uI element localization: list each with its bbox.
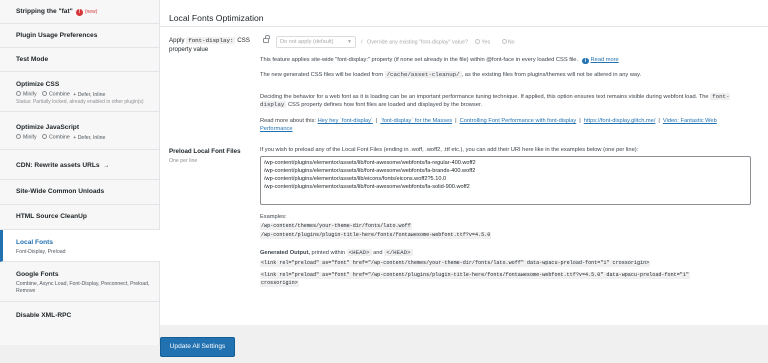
sidebar-item-label: Optimize JavaScript (16, 124, 80, 131)
minify-status-icon (16, 91, 21, 96)
feature-description: This feature applies site-wide "font-dis… (260, 57, 619, 64)
generated-output-line: crossorigin> (260, 280, 299, 287)
preload-fonts-textarea[interactable]: /wp-content/plugins/elementor/assets/lib… (260, 156, 751, 205)
sidebar-item-label: Disable XML-RPC (16, 312, 72, 319)
sidebar-item-google-fonts[interactable]: Google Fonts Combine, Async Load, Font-D… (0, 262, 160, 302)
sidebar-item-stripping-fat[interactable]: Stripping the "fat"! (new) (0, 0, 160, 24)
override-yes-radio[interactable] (475, 39, 481, 44)
update-all-settings-button[interactable]: Update All Settings (160, 337, 235, 357)
alert-badge-icon: ! (75, 9, 83, 16)
combine-status-icon (42, 91, 47, 96)
sidebar-item-label: Test Mode (16, 56, 49, 63)
sidebar-item-note: Status: Partially locked, already enable… (16, 98, 144, 105)
override-option: / Override any existing "font-display" v… (361, 39, 515, 46)
minify-status-icon (16, 134, 21, 139)
sidebar-item-plugin-usage[interactable]: Plugin Usage Preferences (0, 24, 160, 48)
sidebar-item-sub: Font-Display, Preload (16, 249, 66, 255)
reference-link[interactable]: Hey hey `font-display` (318, 118, 373, 124)
generated-output-line: <link rel="preload" as="font" href="/wp-… (260, 260, 651, 267)
reference-link[interactable]: Controlling Font Performance with font-d… (460, 118, 577, 124)
font-display-label: Apply font-display: CSS property value (169, 37, 250, 53)
sidebar-item-sub: Combine, Async Load, Font-Display, Preco… (16, 281, 150, 294)
sidebar-item-label: HTML Source CleanUp (16, 213, 87, 220)
sidebar-item-label: Stripping the "fat" (16, 8, 73, 15)
sidebar-item-label: Optimize CSS (16, 81, 60, 88)
lock-icon (263, 35, 270, 43)
sidebar-item-label: Plugin Usage Preferences (16, 32, 98, 39)
sidebar-item-label: Site-Wide Common Unloads (16, 188, 105, 195)
sidebar-item-test-mode[interactable]: Test Mode (0, 48, 160, 72)
arrow-right-icon: → (103, 163, 110, 169)
font-display-select[interactable]: Do not apply (default) ▼ (276, 36, 356, 48)
sidebar-item-label: CDN: Rewrite assets URLs (16, 162, 100, 169)
page-title: Local Fonts Optimization (169, 13, 264, 23)
chevron-down-icon: ▼ (347, 39, 352, 45)
generated-output-label: Generated Output, printed within <HEAD> … (260, 249, 413, 256)
cache-location-note: The new generated CSS files will be load… (260, 71, 642, 78)
preload-sublabel: One per line (169, 158, 198, 164)
font-display-explanation: Deciding the behavior for a web font as … (260, 93, 730, 108)
read-more-links: Read more about this: Hey hey `font-disp… (260, 118, 717, 132)
read-more-link[interactable]: Read more (591, 57, 619, 63)
sidebar-item-optimize-css[interactable]: Optimize CSS Minify Combine + Defer, Inl… (0, 72, 160, 112)
sidebar-item-optimize-js[interactable]: Optimize JavaScript Minify Combine + Def… (0, 112, 160, 150)
sidebar-item-local-fonts[interactable]: Local Fonts Font-Display, Preload (0, 230, 160, 262)
settings-sidebar: Stripping the "fat"! (new) Plugin Usage P… (0, 0, 160, 345)
reference-link[interactable]: `font-display` for the Masses (380, 118, 452, 124)
title-divider (160, 26, 768, 27)
local-fonts-panel: Local Fonts Optimization Apply font-disp… (160, 0, 768, 325)
override-no-radio[interactable] (501, 39, 507, 44)
sidebar-item-cdn[interactable]: CDN: Rewrite assets URLs → (0, 150, 160, 180)
sidebar-item-site-wide-unloads[interactable]: Site-Wide Common Unloads (0, 180, 160, 205)
preload-intro: If you wish to preload any of the Local … (260, 147, 639, 153)
sidebar-item-html-cleanup[interactable]: HTML Source CleanUp (0, 205, 160, 230)
reference-link[interactable]: https://font-display.glitch.me/ (584, 118, 656, 124)
example-line: /wp-content/themes/your-theme-dir/fonts/… (260, 223, 412, 230)
examples-label: Examples: (260, 214, 287, 220)
generated-output-line: <link rel="preload" as="font" href="/wp-… (260, 272, 690, 279)
preload-label: Preload Local Font Files (169, 148, 241, 155)
combine-status-icon (42, 134, 47, 139)
sidebar-item-label: Local Fonts (16, 239, 53, 246)
sidebar-item-label: Google Fonts (16, 271, 59, 278)
new-badge: (new) (84, 9, 98, 15)
info-icon: i (582, 57, 589, 64)
sidebar-item-disable-xmlrpc[interactable]: Disable XML-RPC (0, 302, 160, 330)
example-line: /wp-content/plugins/plugin-title-here/fo… (260, 232, 492, 239)
